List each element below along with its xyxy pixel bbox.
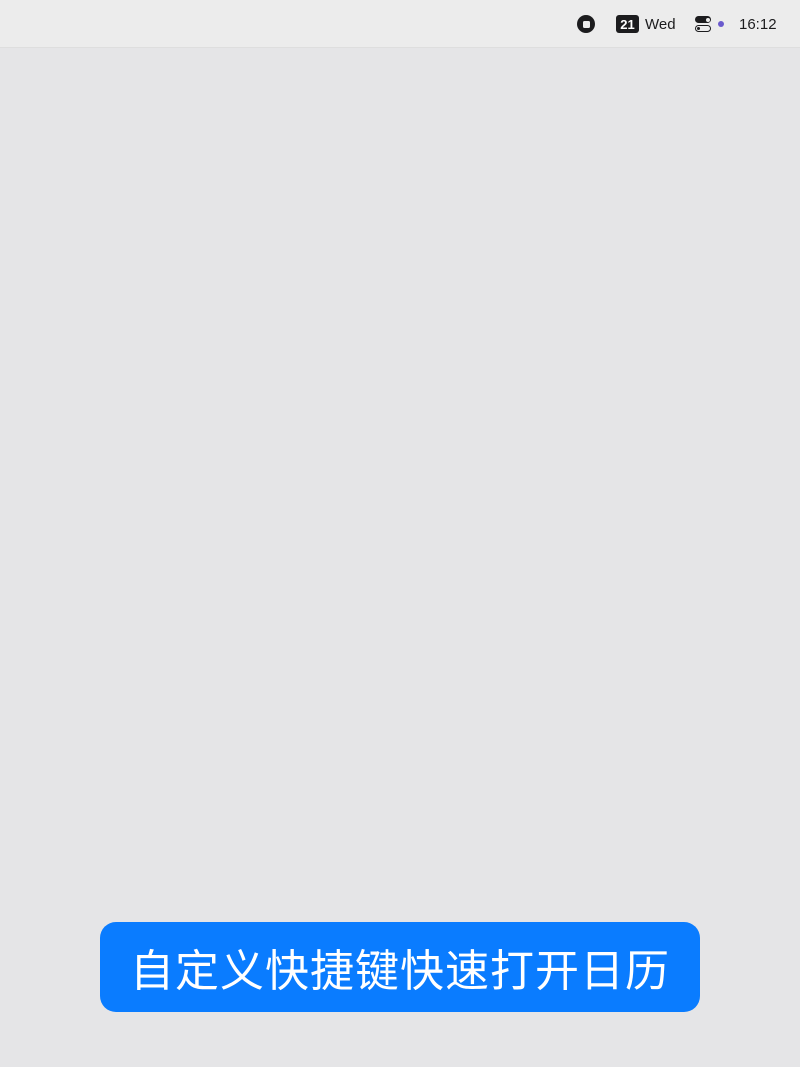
stop-circle-icon	[577, 15, 595, 33]
stop-recording-icon[interactable]	[576, 0, 596, 48]
calendar-day-badge: 21	[616, 15, 639, 33]
status-dot-icon	[718, 21, 724, 27]
date-menu-item[interactable]: 21 Wed	[616, 0, 676, 48]
menu-bar: 21 Wed 16:12	[0, 0, 800, 48]
menu-bar-clock[interactable]: 16:12	[739, 0, 777, 48]
toggle-switches-icon	[695, 16, 711, 32]
control-center-icon[interactable]	[695, 0, 724, 48]
weekday-label: Wed	[645, 15, 676, 33]
caption-banner: 自定义快捷键快速打开日历	[100, 922, 700, 1012]
caption-text: 自定义快捷键快速打开日历	[130, 947, 670, 996]
